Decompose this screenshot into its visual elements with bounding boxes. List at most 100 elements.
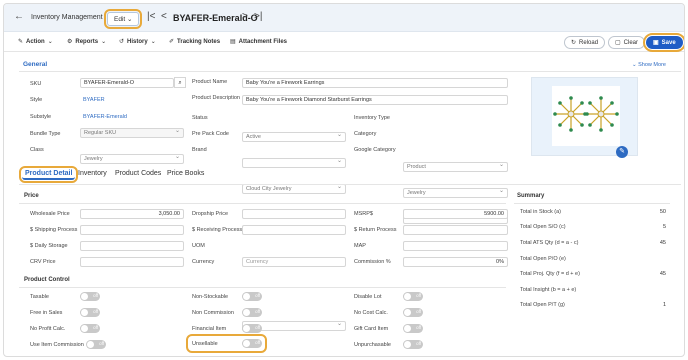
inventory-type-select[interactable]: Product [403, 161, 508, 172]
toggle-state: off [99, 341, 104, 346]
map-label: MAP [354, 243, 366, 249]
product-description-input[interactable]: Baby You're a Firework Diamond Starburst… [242, 95, 508, 105]
product-control-title: Product Control [24, 277, 70, 283]
gift-card-item-toggle[interactable]: off [403, 324, 423, 333]
non-commission-toggle[interactable]: off [242, 308, 262, 317]
product-name-input[interactable]: Baby You're a Firework Earrings [242, 78, 508, 88]
save-icon: ▣ [653, 40, 659, 46]
crv-price-input[interactable] [80, 257, 184, 267]
attachment-files-button[interactable]: ▤ Attachment Files [230, 38, 287, 46]
use-item-commission-toggle[interactable]: off [86, 340, 106, 349]
currency-input[interactable]: Currency [242, 257, 346, 267]
unsellable-toggle[interactable]: off [242, 339, 262, 348]
sku-label: SKU [30, 81, 42, 87]
edit-dropdown[interactable]: Edit ⌄ [103, 9, 143, 29]
receiving-process-input[interactable] [242, 225, 346, 235]
show-more-link[interactable]: ⌄ Show More [632, 62, 666, 68]
google-category-label: Google Category [354, 147, 396, 153]
commission-input[interactable]: 0% [403, 257, 508, 267]
tracking-notes-button[interactable]: ✐ Tracking Notes [169, 38, 221, 46]
toggle-state: off [255, 309, 260, 314]
non-stockable-toggle[interactable]: off [242, 292, 262, 301]
daily-storage-input[interactable] [80, 241, 184, 251]
back-arrow-icon[interactable]: ← [14, 11, 24, 22]
action-menu[interactable]: ✎ Action ⌄ [18, 38, 53, 46]
product-image-frame: ✎ [531, 77, 638, 158]
status-select[interactable]: Active [242, 131, 346, 142]
summary-row: Total in Stock (a) 50 [520, 209, 668, 215]
brand-select[interactable]: Cloud City Jewelry [242, 183, 346, 194]
tab-inventory[interactable]: Inventory [78, 170, 107, 177]
tab-product-codes[interactable]: Product Codes [115, 170, 161, 177]
tracking-notes-label: Tracking Notes [177, 38, 221, 45]
currency-label: Currency [192, 259, 215, 265]
no-cost-calc-toggle[interactable]: off [403, 308, 423, 317]
toggle-state: off [93, 309, 98, 314]
next-record-icon[interactable]: > [242, 11, 248, 22]
wholesale-price-label: Wholesale Price [30, 211, 70, 217]
disable-lot-toggle[interactable]: off [403, 292, 423, 301]
taxable-label: Taxable [30, 294, 49, 300]
show-more-label: Show More [638, 62, 666, 68]
summary-row-label: Total Open P/O (e) [520, 256, 566, 262]
class-select[interactable]: Jewelry [80, 153, 184, 164]
shipping-process-input[interactable] [80, 225, 184, 235]
substyle-link[interactable]: BYAFER-Emerald [83, 114, 127, 120]
toggle-state: off [255, 325, 260, 330]
no-profit-toggle[interactable]: off [80, 324, 100, 333]
last-record-icon[interactable]: >| [254, 11, 262, 22]
unpurchasable-toggle[interactable]: off [403, 340, 423, 349]
price-section-title: Price [24, 193, 39, 199]
summary-row-label: Total Proj. Qty (f = d + e) [520, 271, 580, 277]
return-process-input[interactable] [403, 225, 508, 235]
save-button[interactable]: ▣ Save [643, 33, 684, 52]
summary-row-value: 45 [659, 271, 666, 277]
pre-pack-code-select[interactable] [242, 157, 346, 168]
category-label: Category [354, 131, 377, 137]
chevron-down-icon: ⌄ [47, 39, 53, 45]
financial-item-toggle[interactable]: off [242, 324, 262, 333]
reports-menu[interactable]: ⚙ Reports ⌄ [67, 38, 106, 46]
reports-label: Reports [75, 38, 99, 45]
reload-button[interactable]: ↻ Reload [564, 36, 606, 49]
tab-product-detail[interactable]: Product Detail [18, 166, 79, 183]
commission-label: Commission % [354, 259, 391, 265]
crv-price-label: CRV Price [30, 259, 56, 265]
edit-label: Edit [114, 16, 126, 23]
bundle-type-select[interactable]: Regular SKU [80, 127, 184, 138]
app-window: ← Inventory Management Edit ⌄ |< < BYAFE… [3, 3, 685, 357]
dropship-price-label: Dropship Price [192, 211, 229, 217]
category-select[interactable]: Jewelry [403, 187, 508, 198]
chevron-down-icon: ⌄ [127, 16, 133, 23]
brand-label: Brand [192, 147, 207, 153]
prev-record-icon[interactable]: < [161, 11, 167, 22]
wholesale-price-input[interactable]: 3,050.00 [80, 209, 184, 219]
clear-button[interactable]: ▢ Clear [608, 36, 646, 49]
divider [19, 203, 506, 204]
no-cost-calc-label: No Cost Calc. [354, 310, 388, 316]
earrings-image [553, 96, 619, 132]
dropship-price-input[interactable] [242, 209, 346, 219]
taxable-toggle[interactable]: off [80, 292, 100, 301]
first-record-icon[interactable]: |< [147, 11, 155, 22]
sku-input[interactable]: BYAFER-Emerald-O [80, 78, 174, 88]
toggle-state: off [416, 325, 421, 330]
status-label: Status [192, 115, 208, 121]
history-menu[interactable]: ↺ History ⌄ [119, 38, 156, 46]
map-input[interactable] [403, 241, 508, 251]
search-icon[interactable]: ⌕ [174, 77, 186, 88]
msrp-input[interactable]: 5900.00 [403, 209, 508, 219]
clear-label: Clear [623, 39, 639, 46]
notes-icon: ✐ [169, 39, 175, 45]
free-in-sales-toggle[interactable]: off [80, 308, 100, 317]
summary-row-value: 5 [662, 224, 666, 230]
edit-image-icon[interactable]: ✎ [616, 146, 628, 158]
product-image [552, 86, 620, 146]
summary-row-value: 50 [659, 209, 666, 215]
style-link[interactable]: BYAFER [83, 97, 105, 103]
toggle-state: off [255, 340, 260, 345]
summary-row: Total Insight (b = a + e) [520, 287, 668, 293]
tab-price-books[interactable]: Price Books [167, 170, 204, 177]
summary-row-label: Total in Stock (a) [520, 209, 561, 215]
toggle-state: off [416, 293, 421, 298]
